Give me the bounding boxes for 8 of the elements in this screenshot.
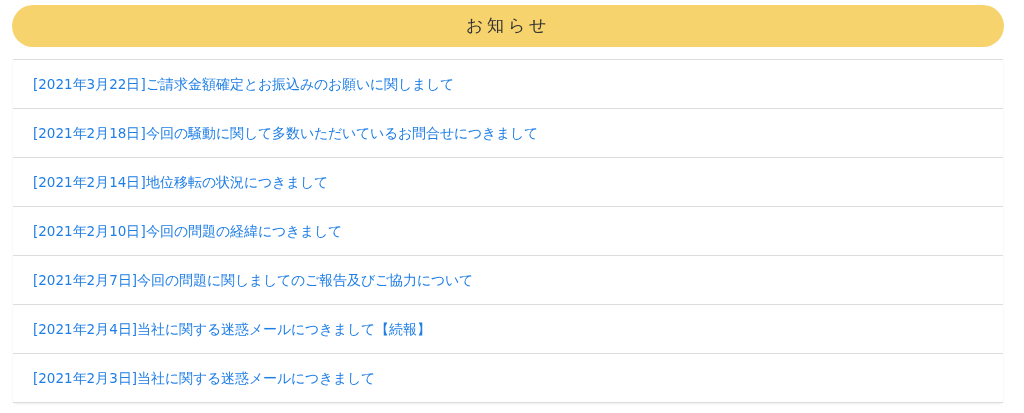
notice-link[interactable]: [2021年2月10日]今回の問題の経緯につきまして: [33, 220, 342, 242]
notice-link[interactable]: [2021年3月22日]ご請求金額確定とお振込みのお願いに関しまして: [33, 73, 454, 95]
notice-link[interactable]: [2021年2月14日]地位移転の状況につきまして: [33, 171, 328, 193]
header-title: お知らせ: [465, 14, 551, 38]
notice-link[interactable]: [2021年2月4日]当社に関する迷惑メールにつきまして【続報】: [33, 318, 432, 340]
notice-link[interactable]: [2021年2月7日]今回の問題に関しましてのご報告及びご協力について: [33, 269, 474, 291]
notice-link[interactable]: [2021年2月3日]当社に関する迷惑メールにつきまして: [33, 367, 376, 389]
notice-link[interactable]: [2021年2月18日]今回の騒動に関して多数いただいているお問合せにつきまして: [33, 122, 538, 144]
